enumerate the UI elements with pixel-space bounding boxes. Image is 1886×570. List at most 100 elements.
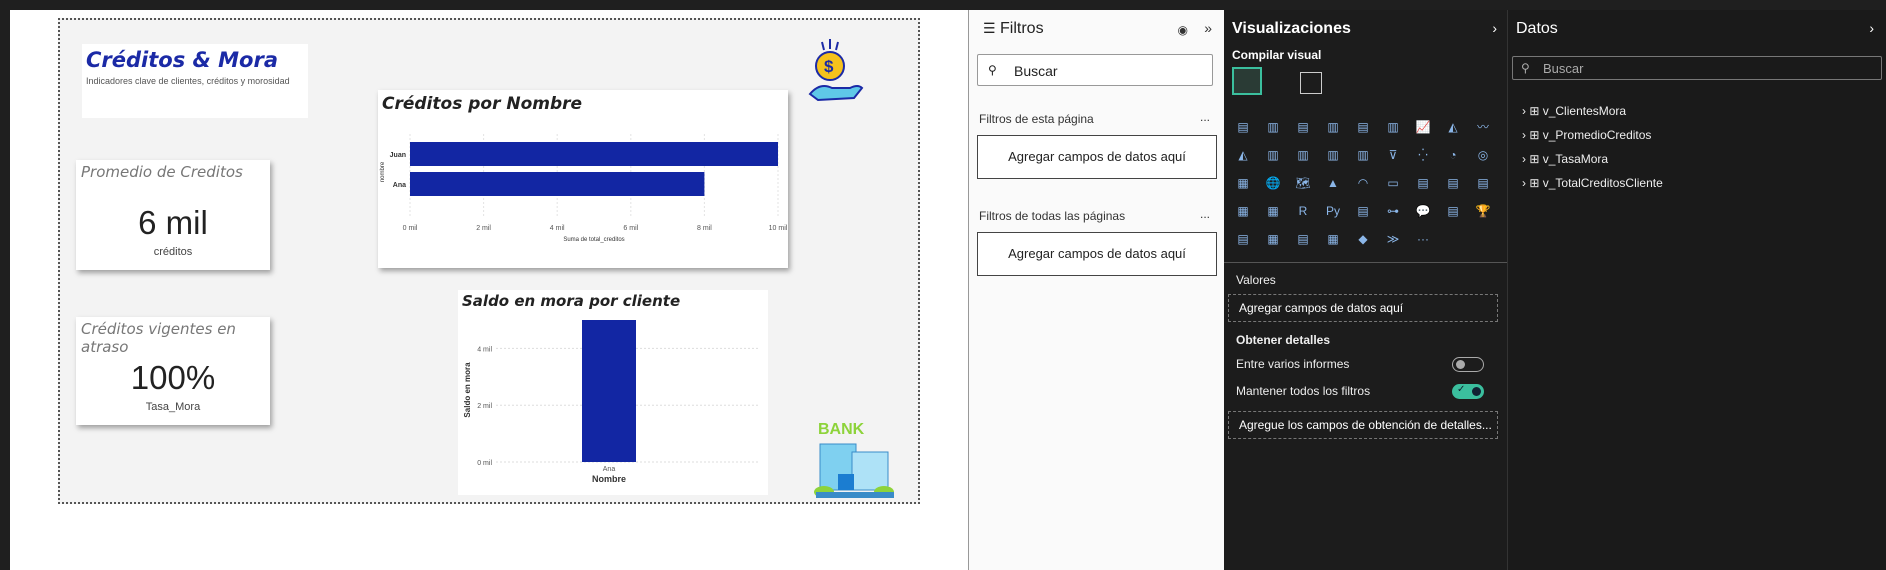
visual-type-icon[interactable]: ◠: [1352, 174, 1374, 192]
visual-type-icon[interactable]: ◆: [1352, 230, 1374, 248]
more-options-icon[interactable]: ...: [1200, 207, 1210, 221]
viz-title: Visualizaciones: [1232, 20, 1351, 37]
visual-type-icon[interactable]: ▤: [1232, 118, 1254, 136]
bar: [582, 320, 636, 462]
report-page[interactable]: Créditos & Mora Indicadores clave de cli…: [58, 18, 920, 504]
visual-type-icon[interactable]: ▥: [1292, 146, 1314, 164]
visual-type-icon[interactable]: ▥: [1262, 118, 1284, 136]
visual-type-icon[interactable]: ◭: [1442, 118, 1464, 136]
page-filters-drop[interactable]: Agregar campos de datos aquí: [977, 135, 1217, 179]
visual-type-icon[interactable]: 📈: [1412, 118, 1434, 136]
table-item[interactable]: › ⊞ v_TasaMora: [1522, 152, 1608, 166]
eye-icon[interactable]: ◉: [1178, 23, 1188, 37]
bank-label: BANK: [818, 421, 865, 438]
search-icon: ⚲: [988, 63, 997, 77]
visual-type-icon[interactable]: ▦: [1232, 174, 1254, 192]
collapse-icon[interactable]: »: [1204, 20, 1212, 36]
y-tick-label: Ana: [393, 182, 406, 189]
visual-type-icon[interactable]: ▥: [1262, 146, 1284, 164]
values-label: Valores: [1236, 273, 1276, 287]
visual-type-icon[interactable]: ◎: [1472, 146, 1494, 164]
kpi-value: 6 mil: [138, 204, 208, 241]
visual-type-icon[interactable]: ▤: [1352, 118, 1374, 136]
chart-card-saldo[interactable]: Saldo en mora por cliente 0 mil 2 mil 4 mi…: [458, 290, 768, 495]
kpi-card-promedio[interactable]: Promedio de Creditos 6 mil créditos: [76, 160, 270, 270]
x-tick-label: Ana: [603, 466, 616, 473]
vbar-chart: 0 mil 2 mil 4 mil AnaNombre Saldo en mora: [463, 320, 758, 484]
y-tick-label: 2 mil: [477, 403, 492, 410]
visual-type-icon[interactable]: ▦: [1322, 230, 1344, 248]
visual-type-icon[interactable]: ▤: [1442, 202, 1464, 220]
visual-type-icon[interactable]: ▤: [1442, 174, 1464, 192]
build-visual-tab[interactable]: [1232, 67, 1262, 95]
svg-text:$: $: [824, 57, 834, 76]
visual-type-icon[interactable]: R: [1292, 202, 1314, 220]
visual-type-icon[interactable]: ▦: [1262, 230, 1284, 248]
y-axis-title: Saldo en mora: [463, 362, 472, 418]
visual-type-icon[interactable]: ▤: [1352, 202, 1374, 220]
visual-type-icon[interactable]: ▥: [1382, 118, 1404, 136]
visual-type-icon[interactable]: ▤: [1292, 118, 1314, 136]
x-axis-title: Suma de total_creditos: [563, 237, 624, 243]
data-pane[interactable]: Datos › ⚲ Buscar › ⊞ v_ClientesMora › ⊞ v…: [1507, 10, 1886, 570]
visual-type-icon[interactable]: ▤: [1232, 230, 1254, 248]
report-title-card: Créditos & Mora Indicadores clave de cli…: [82, 44, 308, 118]
visual-type-icon[interactable]: ▥: [1322, 118, 1344, 136]
top-ribbon-strip: [0, 0, 1886, 10]
table-item[interactable]: › ⊞ v_TotalCreditosCliente: [1522, 176, 1663, 190]
chart-card-creditos[interactable]: Créditos por Nombre 0 mil 2 mil 4 mil 6 mil…: [378, 90, 788, 268]
visual-type-icon[interactable]: ▲: [1322, 174, 1344, 192]
kpi-label: Promedio de Creditos: [81, 163, 243, 181]
visual-type-icon[interactable]: ▥: [1352, 146, 1374, 164]
money-hand-icon: $: [808, 39, 864, 102]
visual-type-icon[interactable]: ▤: [1292, 230, 1314, 248]
x-tick-label: 10 mil: [769, 225, 788, 232]
table-item[interactable]: › ⊞ v_ClientesMora: [1522, 104, 1626, 118]
visual-type-icon[interactable]: ···: [1412, 230, 1434, 248]
visual-type-icon[interactable]: ▤: [1412, 174, 1434, 192]
toggle-knob: [1456, 360, 1465, 369]
visual-type-icon[interactable]: Py: [1322, 202, 1344, 220]
visual-type-icon[interactable]: ◭: [1232, 146, 1254, 164]
details-drop[interactable]: Agregue los campos de obtención de detal…: [1228, 411, 1498, 439]
visual-type-icon[interactable]: 💬: [1412, 202, 1434, 220]
check-icon: ✓: [1457, 384, 1466, 395]
table-item[interactable]: › ⊞ v_PromedioCreditos: [1522, 128, 1651, 142]
bank-building-icon: BANK: [814, 421, 894, 498]
bar: [410, 142, 778, 166]
expand-icon[interactable]: ›: [1869, 20, 1874, 36]
x-tick-label: 4 mil: [550, 225, 565, 232]
visual-type-icon[interactable]: 🏆: [1472, 202, 1494, 220]
visual-type-icon[interactable]: ⊶: [1382, 202, 1404, 220]
visualizations-pane[interactable]: Visualizaciones › Compilar visual ▤ ▥ ▤ ▥ ▤ ▥…: [1224, 10, 1507, 570]
values-drop[interactable]: Agregar campos de datos aquí: [1228, 294, 1498, 322]
kpi-value: 100%: [130, 359, 216, 396]
visual-type-icon[interactable]: ▥: [1322, 146, 1344, 164]
filters-header: ☰ Filtros: [983, 20, 1044, 38]
visual-type-icon[interactable]: ⊽: [1382, 146, 1404, 164]
data-search-input[interactable]: ⚲ Buscar: [1512, 56, 1882, 80]
filters-search-input[interactable]: ⚲ Buscar: [977, 54, 1213, 86]
visual-type-icon[interactable]: 〰: [1472, 118, 1494, 136]
visual-type-icon[interactable]: ◔: [1442, 146, 1464, 164]
visual-type-icon[interactable]: ▤: [1472, 174, 1494, 192]
x-tick-label: 8 mil: [697, 225, 712, 232]
y-tick-label: 0 mil: [477, 460, 492, 467]
kpi-card-mora[interactable]: Créditos vigentes en atraso 100% Tasa_Mo…: [76, 317, 270, 425]
format-visual-tab[interactable]: [1300, 72, 1322, 94]
visual-type-icon[interactable]: ≫: [1382, 230, 1404, 248]
keep-filters-toggle[interactable]: ✓: [1452, 384, 1484, 399]
visual-type-icon[interactable]: ▦: [1232, 202, 1254, 220]
visual-type-icon[interactable]: ▦: [1262, 202, 1284, 220]
keep-filters-label: Mantener todos los filtros: [1236, 384, 1371, 398]
cross-reports-toggle[interactable]: [1452, 357, 1484, 372]
visual-type-icon[interactable]: 🌐: [1262, 174, 1284, 192]
visual-type-icon[interactable]: 🗺: [1292, 174, 1314, 192]
filters-pane[interactable]: ☰ Filtros ◉ » ⚲ Buscar Filtros de esta p…: [968, 10, 1224, 570]
all-filters-drop[interactable]: Agregar campos de datos aquí: [977, 232, 1217, 276]
visual-type-icon[interactable]: ⁛: [1412, 146, 1434, 164]
visual-type-icon[interactable]: ▭: [1382, 174, 1404, 192]
y-tick-label: Juan: [390, 152, 406, 159]
more-options-icon[interactable]: ...: [1200, 110, 1210, 124]
expand-icon[interactable]: ›: [1492, 20, 1497, 36]
